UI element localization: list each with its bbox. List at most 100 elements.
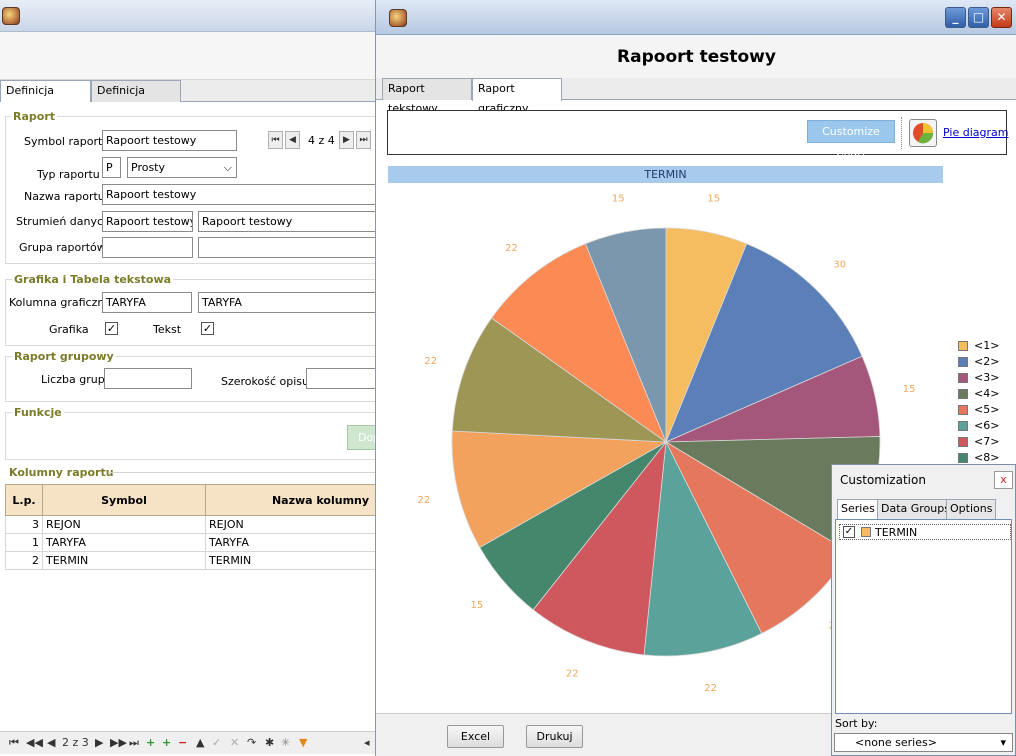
scroll-left-icon[interactable]: ◂	[364, 736, 370, 749]
first-record-button[interactable]: ⏮	[268, 131, 283, 149]
grupa-input-1[interactable]	[102, 237, 193, 258]
asterisk-icon[interactable]: ✱	[265, 736, 274, 749]
slice-value-label: 15	[612, 194, 625, 205]
liczba-grup-input[interactable]	[104, 368, 192, 389]
grupowy-section-title: Raport grupowy	[12, 350, 116, 363]
legend-swatch	[958, 341, 968, 351]
strumien-label: Strumień danych	[16, 215, 111, 228]
grafika-section-title: Grafika i Tabela tekstowa	[12, 273, 174, 286]
grupa-input-2[interactable]	[198, 237, 382, 258]
table-row[interactable]: 3 REJON REJON	[5, 515, 376, 534]
tab-definicja-danych[interactable]: Definicja danych	[91, 80, 181, 117]
cell-nazwa: TERMIN	[205, 551, 376, 570]
chevron-down-icon: ⌵	[223, 161, 232, 174]
prev-record-button[interactable]: ◀	[285, 131, 300, 149]
legend-swatch	[958, 437, 968, 447]
cell-nazwa: TARYFA	[205, 533, 376, 552]
legend-label: <7>	[974, 435, 1000, 448]
slice-value-label: 15	[471, 600, 484, 611]
nazwa-input[interactable]: Rapoort testowy	[102, 184, 382, 205]
table-row[interactable]: 2 TERMIN TERMIN	[5, 551, 376, 570]
back-window-header	[0, 32, 376, 80]
kolumny-section-title: Kolumny raportu	[9, 466, 114, 479]
refresh-icon[interactable]: ↷	[247, 736, 256, 749]
cell-lp: 2	[5, 551, 43, 570]
confirm-icon[interactable]: ✓	[212, 736, 221, 749]
legend-swatch	[958, 405, 968, 415]
symbol-label: Symbol raportu	[24, 135, 110, 148]
tekst-checkbox[interactable]: ✓	[201, 322, 214, 335]
record-counter: 4 z 4	[308, 134, 335, 147]
legend-label: <4>	[974, 387, 1000, 400]
tab-data-groups[interactable]: Data Groups	[877, 499, 954, 519]
up-icon[interactable]: ▲	[196, 736, 204, 749]
kolumna-input-2[interactable]: TARYFA	[198, 292, 382, 313]
slice-value-label: 15	[903, 384, 916, 395]
typ-select-value: Prosty	[131, 161, 166, 174]
slice-value-label: 30	[833, 260, 846, 271]
legend-swatch	[958, 373, 968, 383]
col-header-nazwa[interactable]: Nazwa kolumny	[205, 484, 376, 516]
cell-lp: 1	[5, 533, 43, 552]
col-header-symbol[interactable]: Symbol	[42, 484, 206, 516]
legend-label: <8>	[974, 451, 1000, 464]
slice-value-label: 22	[505, 243, 518, 254]
excel-button[interactable]: Excel	[447, 725, 504, 748]
back-window-titlebar	[0, 0, 376, 32]
next-icon[interactable]: ▶	[95, 736, 103, 749]
legend-label: <1>	[974, 339, 1000, 352]
table-row[interactable]: 1 TARYFA TARYFA	[5, 533, 376, 552]
slice-value-label: 22	[704, 683, 717, 694]
cell-symbol: TARYFA	[42, 533, 206, 552]
symbol-input[interactable]: Rapoort testowy	[102, 130, 237, 151]
liczba-grup-label: Liczba grup	[41, 373, 105, 386]
legend-swatch	[958, 453, 968, 463]
app-icon	[2, 7, 20, 25]
kolumna-input-1[interactable]: TARYFA	[102, 292, 192, 313]
filter-icon[interactable]: ▼	[299, 736, 307, 749]
legend-label: <6>	[974, 419, 1000, 432]
clear-icon[interactable]: ✳	[281, 736, 290, 749]
typ-select[interactable]: Prosty ⌵	[127, 157, 237, 178]
sort-select[interactable]: <none series> ▾	[834, 733, 1013, 752]
print-button[interactable]: Drukuj	[526, 725, 583, 748]
slice-value-label: 22	[566, 669, 579, 680]
szerokosc-input[interactable]	[306, 368, 382, 389]
col-header-lp[interactable]: L.p.	[5, 484, 43, 516]
add-copy-icon[interactable]: +	[162, 736, 171, 749]
legend-swatch	[958, 357, 968, 367]
strumien-input-2[interactable]: Rapoort testowy	[198, 211, 382, 232]
series-checkbox[interactable]: ✓	[843, 526, 855, 538]
sort-label: Sort by:	[835, 717, 878, 730]
kolumny-divider	[108, 472, 376, 473]
slice-value-label: 22	[417, 495, 430, 506]
next-record-button[interactable]: ▶	[339, 131, 354, 149]
series-item[interactable]: ✓ TERMIN	[839, 524, 1011, 540]
strumien-input-1[interactable]: Rapoort testowy	[102, 211, 193, 232]
tab-definicja-raportu[interactable]: Definicja raportu	[0, 80, 91, 117]
first-page-icon[interactable]: ⏮	[9, 736, 19, 750]
delete-icon[interactable]: −	[178, 736, 187, 749]
cell-nazwa: REJON	[205, 515, 376, 534]
cancel-icon[interactable]: ✕	[230, 736, 239, 749]
tab-options[interactable]: Options	[946, 499, 997, 519]
columns-table: L.p. Symbol Nazwa kolumny 3 REJON REJON …	[5, 484, 376, 570]
prev-icon[interactable]: ◀	[47, 736, 55, 749]
tab-series[interactable]: Series	[837, 499, 879, 520]
funkcje-group-box	[5, 412, 376, 460]
typ-code-input[interactable]: P	[102, 157, 121, 178]
columns-table-container: L.p. Symbol Nazwa kolumny 3 REJON REJON …	[5, 484, 376, 729]
add-icon[interactable]: +	[146, 736, 155, 749]
last-page-icon[interactable]: ⏭	[129, 736, 139, 750]
customization-close-button[interactable]: x	[994, 471, 1013, 489]
prev-page-icon[interactable]: ◀◀	[26, 736, 43, 749]
table-navigation-bar: ⏮ ◀◀ ◀ 2 z 3 ▶ ▶▶ ⏭ + + − ▲ ✓ ✕ ↷ ✱ ✳ ▼ …	[0, 731, 376, 754]
back-window-tabbar: Definicja raportu Definicja danych	[0, 80, 376, 117]
series-list: ✓ TERMIN	[835, 519, 1012, 714]
last-record-button[interactable]: ⏭	[356, 131, 371, 149]
grupa-label: Grupa raportów	[19, 241, 106, 254]
grafika-checkbox[interactable]: ✓	[105, 322, 118, 335]
chevron-down-icon: ▾	[1000, 736, 1006, 749]
next-page-icon[interactable]: ▶▶	[110, 736, 127, 749]
cell-symbol: TERMIN	[42, 551, 206, 570]
